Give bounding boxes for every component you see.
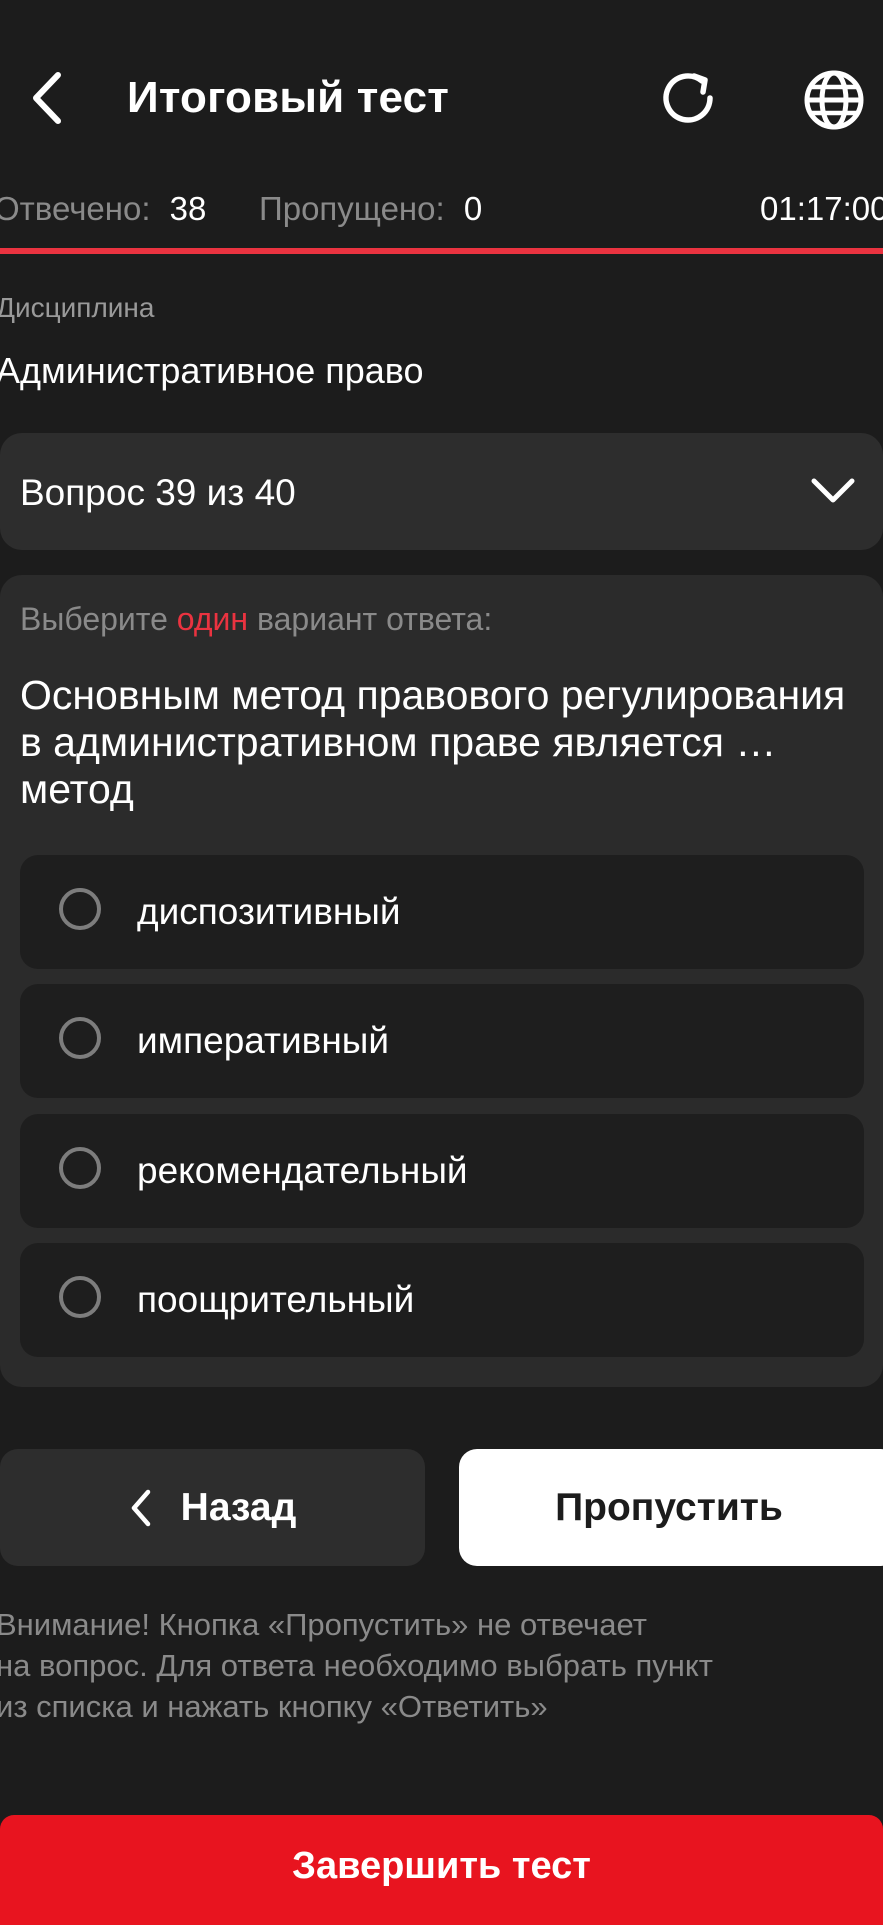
notice-line: Внимание! Кнопка «Пропустить» не отвечае…	[0, 1607, 647, 1642]
answered-label: Отвечено:	[0, 190, 151, 227]
instruction-suffix: вариант ответа:	[256, 601, 493, 637]
progress-line	[0, 248, 883, 254]
question-card: Выберите один вариант ответа: Основным м…	[0, 575, 883, 1387]
question-text: Основным метод правового регулирования в…	[20, 672, 846, 812]
question-number: Вопрос 39 из 40	[20, 472, 296, 513]
radio-button[interactable]	[59, 1276, 101, 1318]
finish-test-button[interactable]: Завершить тест	[0, 1815, 883, 1925]
refresh-button[interactable]	[652, 64, 728, 136]
skip-notice: Внимание! Кнопка «Пропустить» не отвечае…	[0, 1604, 876, 1727]
radio-button[interactable]	[59, 1017, 101, 1059]
page-title: Итоговый тест	[127, 73, 450, 122]
previous-question-button[interactable]: Назад	[0, 1449, 425, 1566]
back-label: Назад	[180, 1485, 297, 1529]
notice-line: из списка и нажать кнопку «Ответить»	[0, 1689, 548, 1724]
skip-label: Пропустить	[555, 1485, 783, 1529]
skipped-label: Пропущено:	[259, 190, 445, 227]
discipline-label: Дисциплина	[0, 292, 155, 323]
answered-value: 38	[169, 190, 207, 227]
option-label: поощрительный	[137, 1279, 415, 1320]
answer-option[interactable]: рекомендательный	[20, 1114, 864, 1228]
chevron-left-icon	[33, 72, 61, 124]
option-label: диспозитивный	[137, 891, 401, 932]
chevron-left-icon	[129, 1488, 153, 1528]
answer-instruction: Выберите один вариант ответа:	[20, 599, 492, 639]
skipped-counter: Пропущено: 0	[259, 186, 482, 232]
option-label: императивный	[137, 1020, 390, 1061]
language-button[interactable]	[796, 62, 872, 138]
skipped-value: 0	[463, 190, 483, 227]
answer-option[interactable]: диспозитивный	[20, 855, 864, 969]
finish-label: Завершить тест	[292, 1845, 591, 1887]
radio-button[interactable]	[59, 1147, 101, 1189]
instruction-prefix: Выберите	[20, 601, 168, 637]
discipline-value: Административное право	[0, 350, 424, 391]
chevron-down-icon	[811, 478, 855, 503]
radio-button[interactable]	[59, 888, 101, 930]
instruction-accent: один	[176, 601, 249, 637]
answer-option[interactable]: императивный	[20, 984, 864, 1098]
globe-icon	[804, 70, 864, 130]
timer: 01:17:00	[760, 190, 883, 227]
back-button[interactable]	[14, 62, 78, 134]
question-selector[interactable]: Вопрос 39 из 40	[0, 433, 883, 550]
notice-line: на вопрос. Для ответа необходимо выбрать…	[0, 1648, 713, 1683]
answered-counter: Отвечено: 38	[0, 186, 206, 232]
refresh-icon	[663, 73, 713, 123]
skip-button[interactable]: Пропустить	[459, 1449, 883, 1566]
answer-option[interactable]: поощрительный	[20, 1243, 864, 1357]
option-label: рекомендательный	[137, 1150, 468, 1191]
